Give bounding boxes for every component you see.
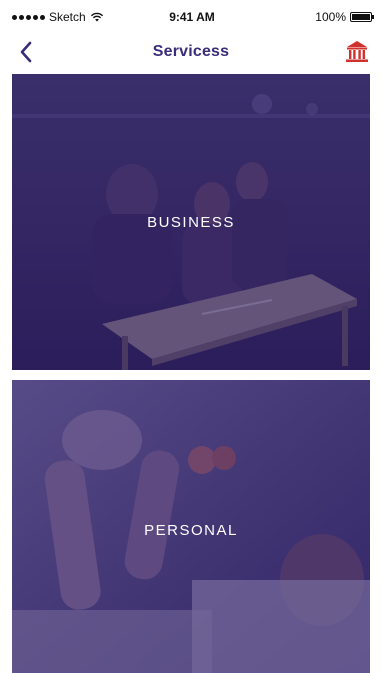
- bank-icon: [346, 41, 368, 62]
- back-button[interactable]: [14, 38, 38, 66]
- status-bar: Sketch 9:41 AM 100%: [12, 8, 374, 26]
- bank-button[interactable]: [344, 39, 370, 65]
- chevron-left-icon: [20, 41, 32, 63]
- personal-label: PERSONAL: [144, 522, 238, 539]
- business-service-card[interactable]: BUSINESS: [12, 74, 370, 370]
- app-screen: Sketch 9:41 AM 100% Servicess BUSINESS P…: [0, 0, 382, 673]
- status-time: 9:41 AM: [169, 10, 215, 24]
- navigation-bar: Servicess: [0, 30, 382, 74]
- battery-icon: [350, 12, 374, 22]
- business-label: BUSINESS: [147, 214, 235, 231]
- personal-service-card[interactable]: PERSONAL: [12, 380, 370, 673]
- battery-percent: 100%: [315, 10, 346, 24]
- page-title: Servicess: [152, 43, 230, 60]
- wifi-icon: [90, 12, 103, 22]
- battery-fill: [352, 14, 370, 20]
- status-right: 100%: [315, 10, 374, 24]
- signal-icon: [12, 14, 45, 20]
- carrier-name: Sketch: [49, 10, 86, 24]
- status-left: Sketch: [12, 10, 104, 24]
